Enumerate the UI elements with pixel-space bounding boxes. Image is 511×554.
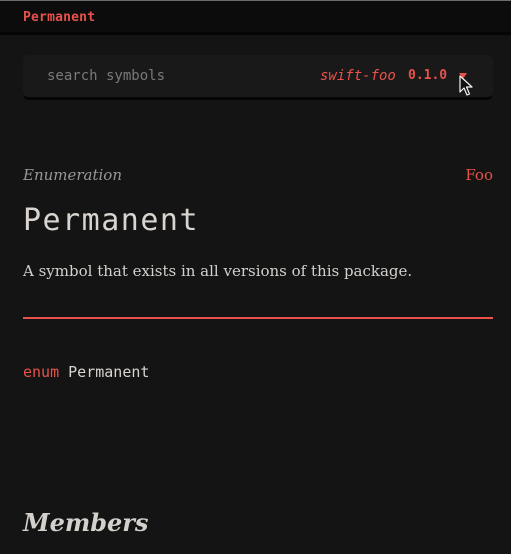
symbol-kind: Enumeration xyxy=(23,166,123,184)
declaration: enum Permanent xyxy=(23,363,149,381)
declaration-name: Permanent xyxy=(68,363,150,381)
package-name[interactable]: swift-foo xyxy=(320,68,396,84)
search-input[interactable]: search symbols xyxy=(47,68,165,84)
divider xyxy=(23,317,493,319)
package-version[interactable]: 0.1.0 xyxy=(408,68,447,83)
page-title: Permanent xyxy=(23,203,200,238)
members-heading: Members xyxy=(23,508,149,537)
declaration-keyword: enum xyxy=(23,363,60,381)
module-link[interactable]: Foo xyxy=(465,166,493,184)
mouse-cursor-icon xyxy=(459,75,473,96)
search-box[interactable]: search symbols swift-foo 0.1.0 xyxy=(23,55,493,100)
symbol-summary: A symbol that exists in all versions of … xyxy=(23,262,413,280)
top-bar: Permanent xyxy=(0,0,511,35)
topbar-title[interactable]: Permanent xyxy=(23,10,95,25)
